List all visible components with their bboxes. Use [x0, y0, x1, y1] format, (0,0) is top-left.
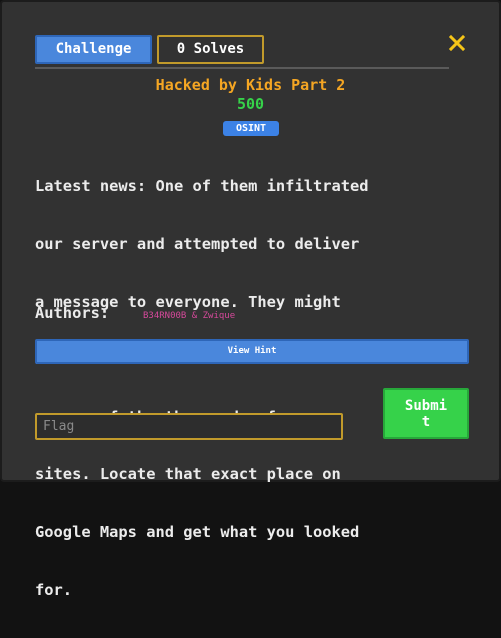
- description-line: our server and attempted to deliver: [35, 235, 360, 254]
- challenge-modal: Challenge 0 Solves Hacked by Kids Part 2…: [0, 0, 501, 599]
- close-icon[interactable]: [447, 32, 467, 54]
- description-line: Latest news: One of them infiltrated: [35, 177, 369, 196]
- challenge-title: Hacked by Kids Part 2: [155, 76, 346, 94]
- view-hint-button[interactable]: View Hint: [35, 339, 469, 364]
- challenge-points: 500: [236, 95, 265, 113]
- tab-challenge[interactable]: Challenge: [35, 35, 152, 64]
- description-line: Google Maps and get what you looked: [35, 523, 360, 542]
- authors-label: Authors:: [35, 304, 110, 322]
- submit-label-line: t: [421, 414, 431, 430]
- tab-bar: Challenge 0 Solves: [35, 35, 449, 69]
- category-tag: OSINT: [223, 121, 279, 136]
- description-line: for.: [35, 580, 73, 599]
- tab-solves[interactable]: 0 Solves: [157, 35, 264, 64]
- flag-input[interactable]: [35, 413, 343, 440]
- submit-label-line: Submi: [404, 398, 448, 414]
- submit-button[interactable]: Submi t: [383, 388, 469, 439]
- authors-value: B34RN00B & Zwique: [143, 311, 236, 321]
